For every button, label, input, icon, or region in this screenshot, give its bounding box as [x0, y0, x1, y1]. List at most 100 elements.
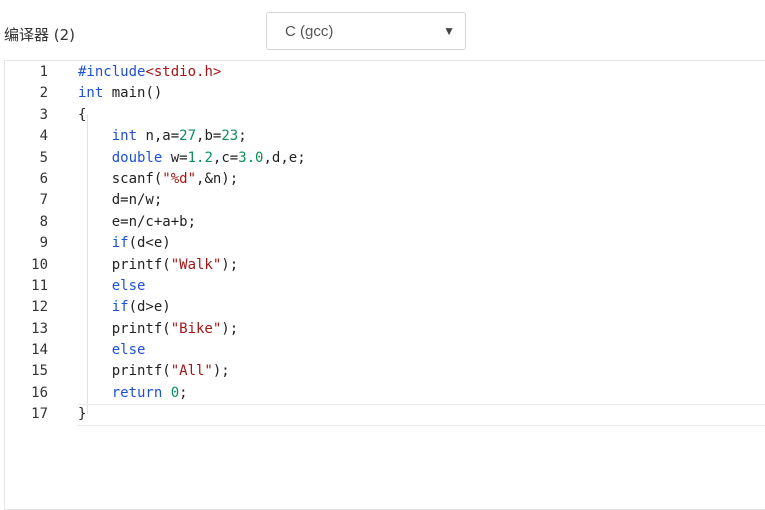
line-number: 8	[39, 213, 48, 230]
code-text: printf("Walk");	[78, 255, 238, 276]
code-line[interactable]: 5 double w=1.2,c=3.0,d,e;	[5, 148, 765, 169]
code-token: 0	[170, 384, 180, 401]
code-token: if	[111, 235, 129, 252]
code-text: int n,a=27,b=23;	[78, 126, 247, 147]
code-token: printf(	[78, 363, 171, 380]
code-token: else	[111, 342, 146, 359]
code-text: d=n/w;	[78, 190, 163, 211]
language-select[interactable]: C (gcc) ▼	[266, 12, 466, 50]
code-token: {	[78, 106, 87, 123]
code-token: ,c=	[212, 149, 239, 166]
line-number: 2	[39, 85, 48, 102]
code-line[interactable]: 9 if(d<e)	[5, 233, 765, 254]
line-number: 3	[39, 106, 48, 123]
code-token: "Bike"	[170, 320, 222, 337]
code-token: );	[212, 363, 230, 380]
dropdown-arrow-icon: ▼	[443, 24, 455, 38]
code-token: main()	[103, 85, 163, 102]
code-line[interactable]: 16 return 0;	[5, 383, 765, 404]
code-line[interactable]: 8 e=n/c+a+b;	[5, 212, 765, 233]
code-token: "Walk"	[170, 256, 222, 273]
code-line[interactable]: 13 printf("Bike");	[5, 319, 765, 340]
line-number: 13	[31, 320, 48, 337]
line-number: 17	[31, 406, 48, 423]
code-token: "All"	[170, 363, 213, 380]
code-line[interactable]: 4 int n,a=27,b=23;	[5, 126, 765, 147]
code-token: if	[111, 299, 129, 316]
line-number: 5	[39, 149, 48, 166]
active-line-highlight	[77, 404, 765, 426]
code-token: }	[78, 406, 87, 423]
code-token: (d>e)	[128, 299, 171, 316]
code-token: scanf(	[78, 170, 163, 187]
code-line[interactable]: 11 else	[5, 276, 765, 297]
code-text: int main()	[78, 83, 162, 104]
code-token: );	[221, 256, 239, 273]
code-text: else	[78, 340, 146, 361]
code-line[interactable]: 17}	[5, 404, 765, 426]
code-text: if(d>e)	[78, 297, 171, 318]
code-token: else	[111, 277, 146, 294]
code-line[interactable]: 10 printf("Walk");	[5, 255, 765, 276]
code-text: }	[78, 404, 86, 425]
line-number: 4	[39, 128, 48, 145]
code-line[interactable]: 6 scanf("%d",&n);	[5, 169, 765, 190]
line-number: 12	[31, 299, 48, 316]
code-text: else	[78, 276, 146, 297]
line-number: 10	[31, 256, 48, 273]
code-token: <stdio.h>	[145, 64, 222, 80]
code-token: int	[78, 85, 104, 102]
line-number: 15	[31, 363, 48, 380]
code-token: 1.2	[187, 149, 213, 166]
code-token: 27	[179, 128, 197, 145]
code-line[interactable]: 1 #include<stdio.h>	[5, 62, 765, 83]
code-token: (d<e)	[128, 235, 171, 252]
code-token: int	[111, 128, 138, 145]
code-token: ;	[238, 128, 247, 145]
code-token: "%d"	[162, 170, 197, 187]
code-text: #include<stdio.h>	[78, 62, 221, 83]
code-token: printf(	[78, 256, 171, 273]
code-token: n,a=	[137, 128, 180, 145]
code-token: return	[111, 384, 163, 401]
code-line[interactable]: 3{	[5, 105, 765, 126]
code-token: 3.0	[238, 149, 264, 166]
code-token: e=n/c+a+b;	[78, 213, 197, 230]
code-token: d=n/w;	[78, 192, 163, 209]
code-line[interactable]: 7 d=n/w;	[5, 190, 765, 211]
line-number: 6	[39, 170, 48, 187]
code-line[interactable]: 15 printf("All");	[5, 361, 765, 382]
line-number: 16	[31, 384, 48, 401]
code-area[interactable]: 1 #include<stdio.h> 2 int main() 3{4 int n,a…	[5, 61, 765, 426]
code-text: e=n/c+a+b;	[78, 212, 196, 233]
language-select-value: C (gcc)	[285, 23, 334, 40]
line-number: 14	[31, 342, 48, 359]
code-text: return 0;	[78, 383, 188, 404]
code-editor[interactable]: 1 #include<stdio.h> 2 int main() 3{4 int n,a…	[4, 60, 765, 510]
code-line[interactable]: 12 if(d>e)	[5, 297, 765, 318]
code-line[interactable]: 2 int main()	[5, 83, 765, 104]
code-token: double	[111, 149, 163, 166]
code-text: double w=1.2,c=3.0,d,e;	[78, 148, 306, 169]
compiler-label: 编译器 (2)	[4, 26, 76, 44]
code-text: printf("All");	[78, 361, 230, 382]
code-text: printf("Bike");	[78, 319, 238, 340]
code-line[interactable]: 14 else	[5, 340, 765, 361]
line-number: 11	[31, 277, 48, 294]
code-token: ;	[179, 384, 188, 401]
line-number: 7	[39, 192, 48, 209]
code-token: 23	[221, 128, 239, 145]
code-token: w=	[162, 149, 188, 166]
code-token: printf(	[78, 320, 171, 337]
line-number: 9	[39, 235, 48, 252]
code-token: ,&n);	[196, 170, 239, 187]
code-text: scanf("%d",&n);	[78, 169, 238, 190]
